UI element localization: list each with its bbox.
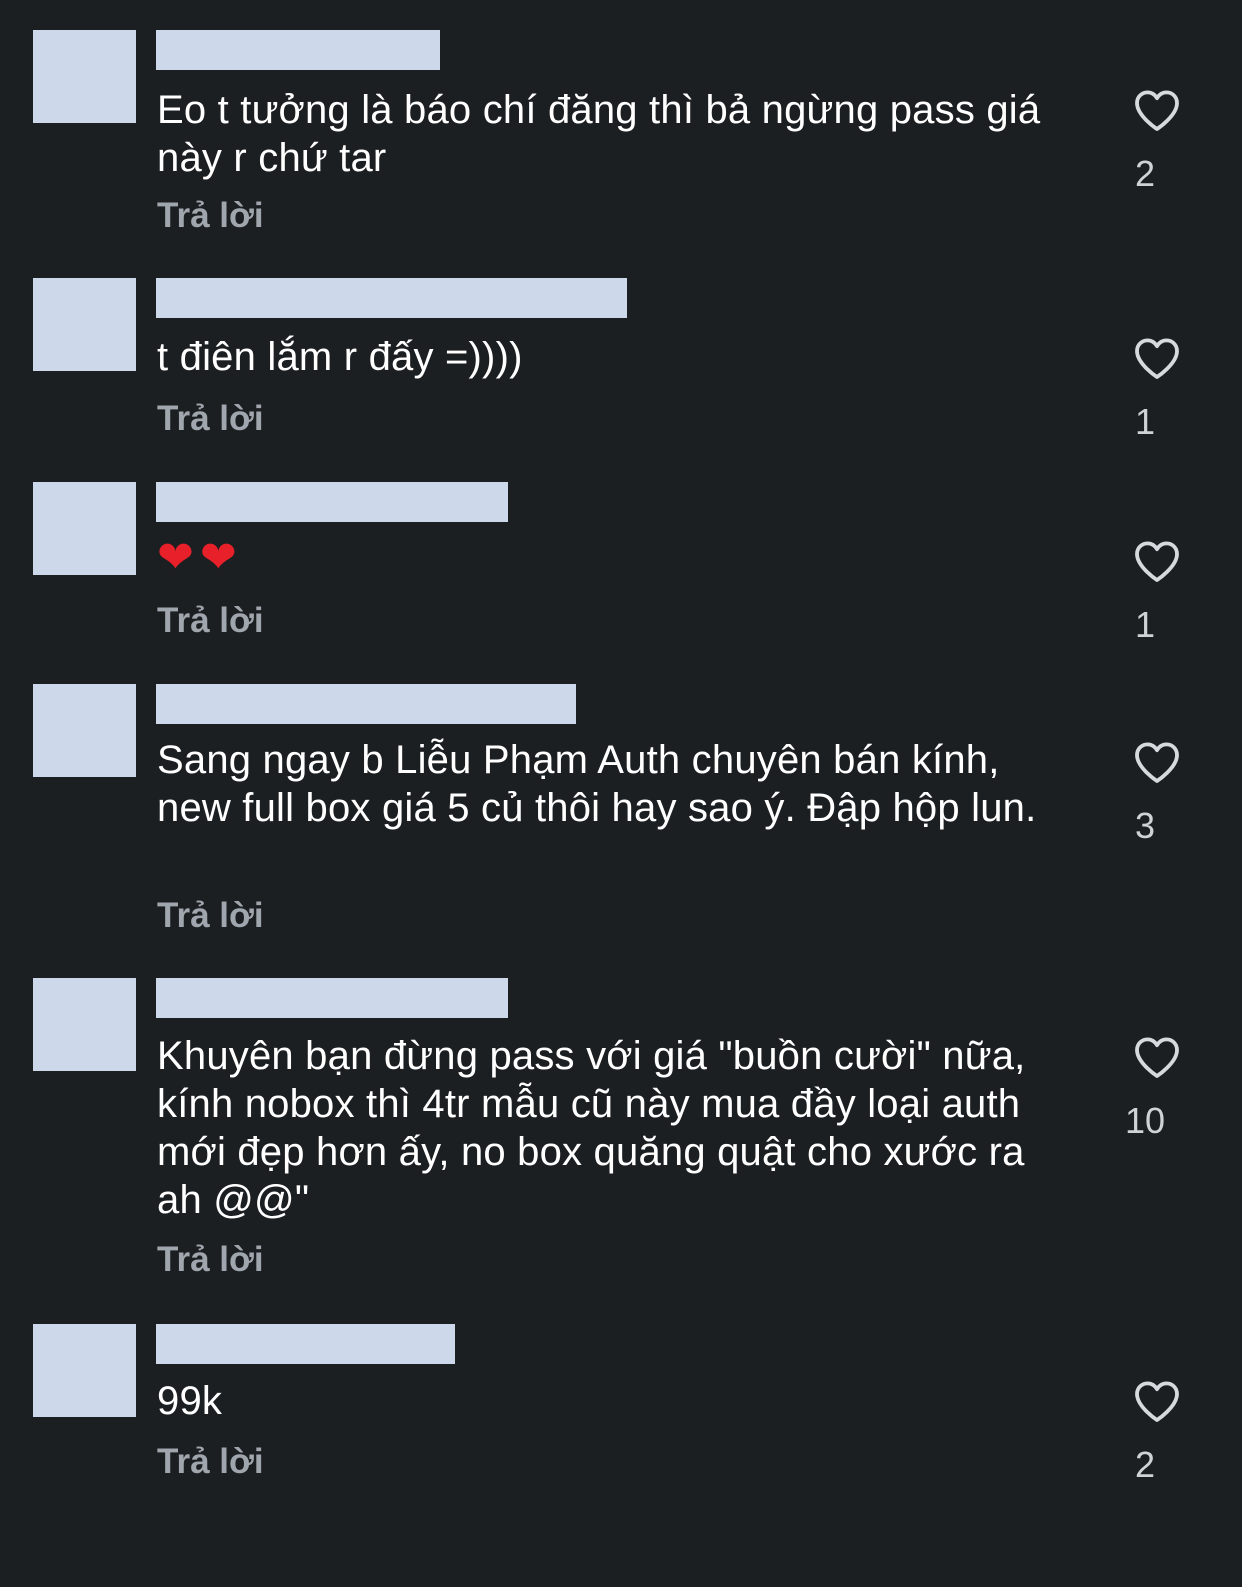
- comment-item: Sang ngay b Liễu Phạm Auth chuyên bán kí…: [0, 684, 1242, 944]
- reply-button[interactable]: Trả lời: [157, 196, 264, 236]
- like-button[interactable]: 1: [1121, 336, 1193, 442]
- username-redacted[interactable]: [156, 278, 627, 318]
- comment-item: ❤❤ Trả lời 1: [0, 482, 1242, 652]
- red-heart-emoji: ❤❤: [157, 533, 243, 582]
- reply-button[interactable]: Trả lời: [157, 601, 264, 641]
- comment-text: 99k: [157, 1379, 223, 1423]
- like-button[interactable]: 1: [1121, 539, 1193, 645]
- heart-outline-icon: [1135, 338, 1179, 379]
- reply-button[interactable]: Trả lời: [157, 399, 264, 439]
- username-redacted[interactable]: [156, 684, 576, 724]
- heart-outline-icon: [1135, 541, 1179, 582]
- heart-outline-icon: [1135, 742, 1179, 783]
- username-redacted[interactable]: [156, 482, 508, 522]
- reply-button[interactable]: Trả lời: [157, 1240, 264, 1280]
- avatar[interactable]: [33, 684, 136, 777]
- avatar[interactable]: [33, 30, 136, 123]
- comment-text: t điên lắm r đấy =)))): [157, 335, 523, 379]
- comment-item: 99k Trả lời 2: [0, 1324, 1242, 1494]
- username-redacted[interactable]: [156, 978, 508, 1018]
- comment-item: Eo t tưởng là báo chí đăng thì bả ngừng …: [0, 30, 1242, 250]
- like-button[interactable]: 3: [1121, 740, 1193, 846]
- like-count: 3: [1134, 805, 1156, 846]
- avatar[interactable]: [33, 978, 136, 1071]
- like-count: 2: [1134, 153, 1156, 194]
- comment-text: Eo t tưởng là báo chí đăng thì bả ngừng …: [157, 88, 1041, 180]
- comment-item: Khuyên bạn đừng pass với giá "buồn cười"…: [0, 978, 1242, 1288]
- like-count: 1: [1134, 604, 1156, 645]
- heart-outline-icon: [1135, 1037, 1179, 1078]
- comment-text: Khuyên bạn đừng pass với giá "buồn cười"…: [157, 1034, 1026, 1222]
- comment-text: Sang ngay b Liễu Phạm Auth chuyên bán kí…: [157, 738, 1037, 830]
- like-count: 1: [1134, 401, 1156, 442]
- like-button[interactable]: 2: [1121, 1379, 1193, 1485]
- avatar[interactable]: [33, 278, 136, 371]
- like-count: 2: [1134, 1444, 1156, 1485]
- avatar[interactable]: [33, 1324, 136, 1417]
- like-button[interactable]: 10: [1121, 1035, 1193, 1141]
- heart-outline-icon: [1135, 90, 1179, 131]
- reply-button[interactable]: Trả lời: [157, 1442, 264, 1482]
- avatar[interactable]: [33, 482, 136, 575]
- reply-button[interactable]: Trả lời: [157, 896, 264, 936]
- like-button[interactable]: 2: [1121, 88, 1193, 194]
- heart-outline-icon: [1135, 1381, 1179, 1422]
- username-redacted[interactable]: [156, 30, 440, 70]
- comment-item: t điên lắm r đấy =)))) Trả lời 1: [0, 278, 1242, 448]
- username-redacted[interactable]: [156, 1324, 455, 1364]
- like-count: 10: [1124, 1100, 1166, 1141]
